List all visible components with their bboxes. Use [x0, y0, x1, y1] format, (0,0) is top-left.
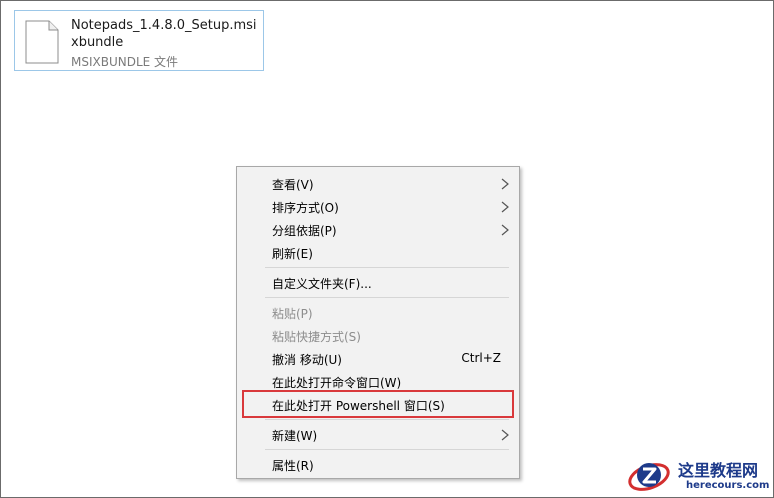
menu-label: 在此处打开命令窗口(W): [272, 376, 402, 390]
menu-item-customize-folder[interactable]: 自定义文件夹(F)...: [237, 271, 519, 294]
menu-item-new[interactable]: 新建(W): [237, 423, 519, 446]
menu-item-paste: 粘贴(P): [237, 301, 519, 324]
menu-label: 排序方式(O): [272, 201, 339, 215]
file-type: MSIXBUNDLE 文件: [71, 55, 179, 69]
menu-label: 新建(W): [272, 429, 318, 443]
menu-label: 刷新(E): [272, 247, 313, 261]
menu-label: 查看(V): [272, 178, 314, 192]
watermark-url: herecours.com: [686, 480, 770, 491]
menu-separator: [265, 419, 509, 420]
menu-label: 属性(R): [272, 459, 314, 473]
menu-item-refresh[interactable]: 刷新(E): [237, 241, 519, 264]
chevron-right-icon: [501, 201, 509, 213]
menu-item-sort-by[interactable]: 排序方式(O): [237, 195, 519, 218]
menu-item-group-by[interactable]: 分组依据(P): [237, 218, 519, 241]
highlight-annotation: [242, 390, 514, 418]
file-item[interactable]: Notepads_1.4.8.0_Setup.msixbundle MSIXBU…: [14, 10, 264, 71]
menu-label: 粘贴快捷方式(S): [272, 330, 361, 344]
menu-shortcut: Ctrl+Z: [461, 351, 501, 365]
menu-item-view[interactable]: 查看(V): [237, 172, 519, 195]
context-menu: 查看(V) 排序方式(O) 分组依据(P) 刷新(E) 自定义文件夹(F)...…: [236, 166, 520, 479]
menu-label: 撤消 移动(U): [272, 353, 342, 367]
menu-item-undo-move[interactable]: 撤消 移动(U) Ctrl+Z: [237, 347, 519, 370]
chevron-right-icon: [501, 429, 509, 441]
chevron-right-icon: [501, 178, 509, 190]
menu-label: 粘贴(P): [272, 307, 313, 321]
watermark-title: 这里教程网: [678, 461, 759, 480]
menu-separator: [265, 267, 509, 268]
menu-item-properties[interactable]: 属性(R): [237, 453, 519, 476]
menu-label: 自定义文件夹(F)...: [272, 277, 372, 291]
menu-label: 分组依据(P): [272, 224, 337, 238]
chevron-right-icon: [501, 224, 509, 236]
site-logo-icon: [628, 463, 670, 491]
watermark-logo: 这里教程网 herecours.com: [625, 453, 773, 497]
menu-separator: [265, 297, 509, 298]
file-name: Notepads_1.4.8.0_Setup.msixbundle: [71, 18, 257, 50]
menu-item-paste-shortcut: 粘贴快捷方式(S): [237, 324, 519, 347]
file-icon: [25, 20, 59, 64]
menu-separator: [265, 449, 509, 450]
